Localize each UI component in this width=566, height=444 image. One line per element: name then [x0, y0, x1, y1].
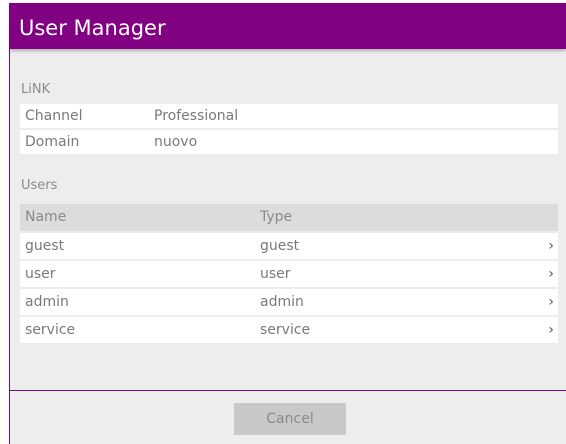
link-info-table: Channel Professional Domain nuovo [20, 104, 558, 156]
user-row-service[interactable]: service service › [20, 317, 558, 343]
footer-divider [10, 390, 566, 391]
user-name: admin [25, 294, 69, 310]
user-name: user [25, 266, 56, 282]
user-type: guest [260, 238, 300, 254]
user-row-guest[interactable]: guest guest › [20, 233, 558, 259]
channel-row: Channel Professional [20, 104, 558, 128]
user-manager-dialog: User Manager LiNK Channel Professional D… [9, 3, 566, 444]
dialog-title: User Manager [19, 16, 166, 40]
column-header-name: Name [25, 209, 67, 225]
chevron-right-icon: › [548, 294, 554, 310]
user-type: service [260, 322, 311, 338]
domain-label: Domain [25, 134, 80, 150]
users-table-header: Name Type [20, 204, 558, 231]
user-name: service [25, 322, 76, 338]
chevron-right-icon: › [548, 266, 554, 282]
user-row-admin[interactable]: admin admin › [20, 289, 558, 315]
user-type: admin [260, 294, 304, 310]
domain-row: Domain nuovo [20, 130, 558, 154]
column-header-type: Type [260, 209, 293, 225]
chevron-right-icon: › [548, 238, 554, 254]
title-bar: User Manager [10, 3, 566, 49]
users-table: Name Type guest guest › user user › admi… [20, 204, 558, 343]
chevron-right-icon: › [548, 322, 554, 338]
users-section-label: Users [21, 178, 58, 193]
link-section-label: LiNK [21, 82, 51, 97]
cancel-button[interactable]: Cancel [234, 403, 346, 435]
channel-label: Channel [25, 108, 83, 124]
domain-value: nuovo [154, 134, 198, 150]
channel-value: Professional [154, 108, 239, 124]
user-row-user[interactable]: user user › [20, 261, 558, 287]
user-type: user [260, 266, 291, 282]
user-name: guest [25, 238, 65, 254]
